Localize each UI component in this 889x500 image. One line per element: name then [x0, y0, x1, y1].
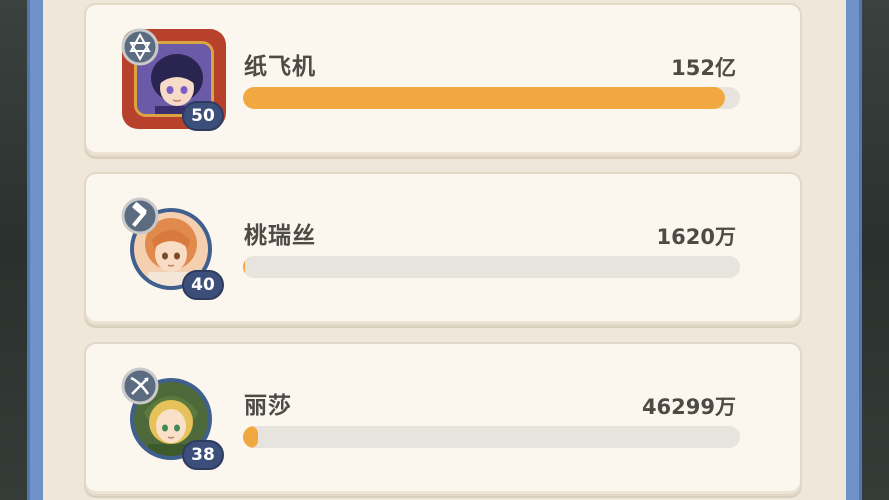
hero-avatar[interactable]: 38: [121, 367, 224, 470]
damage-progress-bar: [243, 87, 740, 109]
hero-avatar[interactable]: 40: [121, 197, 224, 300]
hero-avatar[interactable]: 50: [121, 28, 226, 131]
damage-value: 46299万: [641, 395, 736, 419]
hammer-icon: [121, 197, 159, 235]
damage-value: 1620万: [656, 225, 736, 249]
hero-level-badge: 50: [182, 101, 224, 131]
damage-value: 152亿: [671, 56, 736, 80]
damage-progress-fill: [243, 426, 258, 448]
damage-progress-bar: [243, 256, 740, 278]
damage-progress-bar: [243, 426, 740, 448]
ranking-card[interactable]: 50 纸飞机 152亿: [84, 3, 802, 157]
hero-name: 桃瑞丝: [244, 223, 316, 249]
damage-progress-fill: [243, 256, 245, 278]
background-scenery-right: [862, 0, 889, 500]
hero-name: 丽莎: [244, 393, 292, 419]
hero-level-badge: 38: [182, 440, 224, 470]
ranking-card[interactable]: 38 丽莎 46299万: [84, 342, 802, 496]
hero-level-badge: 40: [182, 270, 224, 300]
damage-progress-fill: [243, 87, 726, 109]
star-of-david-icon: [121, 28, 159, 66]
ranking-card[interactable]: 40 桃瑞丝 1620万: [84, 172, 802, 326]
hero-name: 纸飞机: [244, 54, 316, 80]
crossbow-icon: [121, 367, 159, 405]
background-scenery-left: [0, 0, 27, 500]
